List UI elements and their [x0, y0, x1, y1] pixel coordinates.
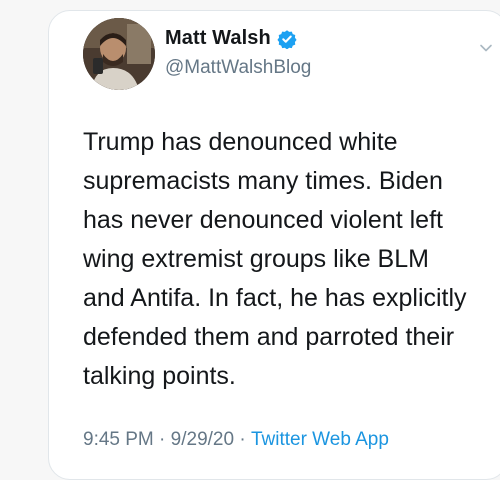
meta-separator: ·: [153, 429, 171, 450]
verified-badge-icon: [277, 29, 297, 49]
tweet-source-link[interactable]: Twitter Web App: [251, 429, 389, 451]
chevron-down-icon[interactable]: [479, 41, 493, 55]
tweet-card: Matt Walsh @MattWalshBlog Trump has deno…: [48, 10, 500, 480]
tweet-time[interactable]: 9:45 PM: [83, 429, 154, 451]
tweet-date[interactable]: 9/29/20: [171, 429, 234, 451]
author-handle[interactable]: @MattWalshBlog: [165, 57, 311, 79]
avatar-photo: [83, 18, 155, 90]
tweet-text: Trump has denounced white supremacists m…: [83, 128, 467, 390]
avatar[interactable]: [83, 18, 155, 90]
meta-separator-2: ·: [234, 429, 251, 450]
author-name[interactable]: Matt Walsh: [165, 27, 271, 50]
author-row: Matt Walsh: [165, 27, 297, 50]
tweet-meta: 9:45 PM · 9/29/20 · Twitter Web App: [83, 429, 389, 451]
